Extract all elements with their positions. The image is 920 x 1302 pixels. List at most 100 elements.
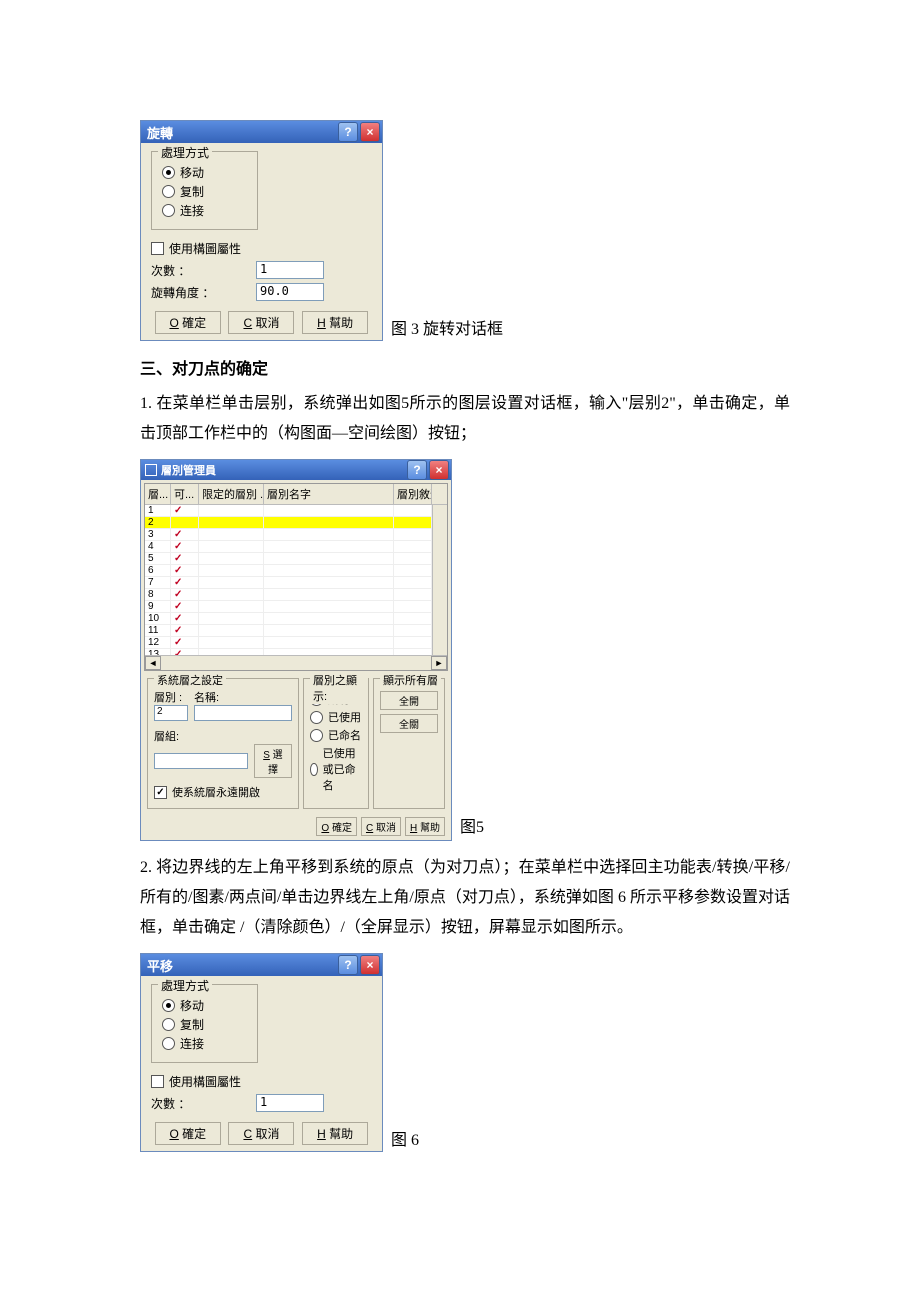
radio-copy[interactable]: 复制 [162,1016,247,1033]
radio-copy[interactable]: 复制 [162,183,247,200]
ok-button[interactable]: O 確定 [316,817,357,836]
keep-system-layer-open-checkbox[interactable]: ✓ 使系統層永遠開啟 [154,784,292,800]
layer-number-input[interactable]: 2 [154,705,188,721]
cell-locked [199,541,264,552]
col-desc[interactable]: 層別敘述 [394,484,432,504]
table-header: 層... 可... 限定的層別 ... 層別名字 層別敘述 [145,484,447,505]
table-body[interactable]: 1✓23✓4✓5✓6✓7✓8✓9✓10✓11✓12✓13✓14✓15✓16✓17… [145,505,447,655]
radio-icon [310,711,323,724]
table-row[interactable]: 7✓ [145,577,447,589]
figure-caption-5: 图5 [460,813,484,841]
use-draw-attr-checkbox[interactable]: 使用構圖屬性 [151,240,372,257]
section-heading: 三、对刀点的确定 [140,355,790,379]
radio-connect-label: 连接 [180,202,204,219]
cancel-button[interactable]: C 取消 [361,817,401,836]
cell-locked [199,577,264,588]
cell-desc [394,529,432,540]
close-icon[interactable]: × [429,460,449,480]
radio-connect[interactable]: 连接 [162,202,247,219]
angle-label: 旋轉角度 ： [151,284,256,301]
table-row[interactable]: 11✓ [145,625,447,637]
help-button[interactable]: H 幫助 [302,311,368,334]
open-all-button[interactable]: 全開 [380,691,438,710]
help-button[interactable]: H 幫助 [302,1122,368,1145]
vertical-scrollbar[interactable] [432,505,447,655]
count-input[interactable]: 1 [256,1094,324,1112]
check-icon: ✓ [174,601,182,612]
help-icon[interactable]: ? [338,122,358,142]
angle-input[interactable]: 90.0 [256,283,324,301]
radio-used-or-named[interactable]: 已使用或已命名 [310,745,362,793]
col-visible[interactable]: 可... [171,484,199,504]
layer-group-input[interactable] [154,753,248,769]
close-all-button[interactable]: 全關 [380,714,438,733]
cell-locked [199,625,264,636]
table-row[interactable]: 10✓ [145,613,447,625]
help-icon[interactable]: ? [338,955,358,975]
check-icon: ✓ [174,565,182,576]
cell-locked [199,529,264,540]
radio-icon [310,763,318,776]
table-row[interactable]: 5✓ [145,553,447,565]
scroll-right-icon[interactable]: ► [431,656,447,670]
table-row[interactable]: 13✓ [145,649,447,655]
cell-layer-number: 3 [145,529,171,540]
cell-layer-number: 4 [145,541,171,552]
radio-connect[interactable]: 连接 [162,1035,247,1052]
check-icon: ✓ [174,505,182,516]
ok-button[interactable]: O 確定 [155,1122,221,1145]
translate-dialog-title: 平移 [147,956,173,975]
cell-layer-number: 10 [145,613,171,624]
col-layer[interactable]: 層... [145,484,171,504]
rotate-dialog-titlebar[interactable]: 旋轉 ? × [141,121,382,143]
radio-move[interactable]: 移动 [162,164,247,181]
use-draw-attr-checkbox[interactable]: 使用構圖屬性 [151,1073,372,1090]
col-locked[interactable]: 限定的層別 ... [199,484,264,504]
cancel-button[interactable]: C 取消 [228,1122,294,1145]
table-row[interactable]: 6✓ [145,565,447,577]
checkbox-icon [151,1075,164,1088]
close-icon[interactable]: × [360,955,380,975]
layer-name-input[interactable] [194,705,292,721]
cell-name [264,613,394,624]
count-input[interactable]: 1 [256,261,324,279]
layer-name-label: 名稱: [194,689,292,705]
cell-layer-number: 2 [145,517,171,528]
checkbox-icon [151,242,164,255]
radio-used[interactable]: 已使用 [310,709,362,725]
table-row[interactable]: 4✓ [145,541,447,553]
table-row[interactable]: 1✓ [145,505,447,517]
radio-icon [310,729,323,742]
cell-desc [394,553,432,564]
table-row[interactable]: 12✓ [145,637,447,649]
cell-desc [394,589,432,600]
cell-locked [199,565,264,576]
cancel-button[interactable]: C 取消 [228,311,294,334]
horizontal-scrollbar[interactable]: ◄ ► [145,655,447,670]
cell-layer-number: 1 [145,505,171,516]
layer-display-legend: 層別之顯示: [310,672,368,704]
layer-manager-titlebar[interactable]: 層別管理員 ? × [141,460,451,480]
system-layer-legend: 系統層之設定 [154,672,226,688]
table-row[interactable]: 2 [145,517,447,529]
radio-named[interactable]: 已命名 [310,727,362,743]
table-row[interactable]: 3✓ [145,529,447,541]
cell-locked [199,517,264,528]
cell-visible: ✓ [171,553,199,564]
table-row[interactable]: 9✓ [145,601,447,613]
layer-manager-title: 層別管理員 [161,462,216,478]
translate-dialog-titlebar[interactable]: 平移 ? × [141,954,382,976]
select-button[interactable]: S 選擇 [254,744,292,778]
radio-move[interactable]: 移动 [162,997,247,1014]
show-all-layers-group: 顯示所有層 全開 全關 [373,678,445,809]
cell-locked [199,613,264,624]
close-icon[interactable]: × [360,122,380,142]
table-row[interactable]: 8✓ [145,589,447,601]
check-icon: ✓ [174,649,182,655]
help-icon[interactable]: ? [407,460,427,480]
scroll-left-icon[interactable]: ◄ [145,656,161,670]
col-name[interactable]: 層別名字 [264,484,394,504]
help-button[interactable]: H 幫助 [405,817,445,836]
ok-button[interactable]: O 確定 [155,311,221,334]
cell-visible: ✓ [171,649,199,655]
